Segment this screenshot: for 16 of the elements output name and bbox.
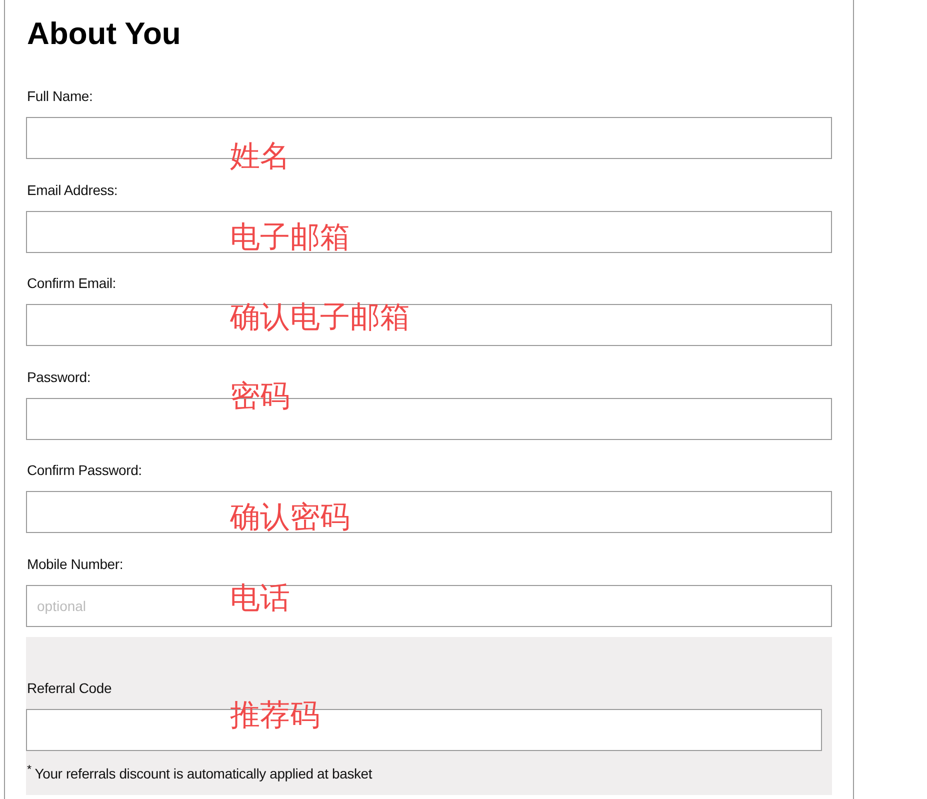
page-title: About You	[27, 16, 181, 52]
field-label: Email Address:	[27, 180, 118, 198]
field-label: Referral Code	[27, 679, 112, 697]
field-label: Password:	[27, 368, 91, 386]
field-label: Mobile Number:	[27, 554, 124, 572]
field-label: Confirm Email:	[27, 274, 116, 292]
annotation-text: 电话	[230, 582, 290, 614]
field-label: Confirm Password:	[27, 461, 142, 479]
text-field[interactable]	[26, 210, 832, 252]
annotation-text: 确认电子邮箱	[230, 302, 410, 334]
annotation-text: 确认密码	[230, 502, 350, 534]
field-label: Full Name:	[27, 87, 93, 105]
text-field[interactable]	[26, 491, 832, 533]
footnote-text: $^{*}$ Your referrals discount is automatically applied at basket	[27, 762, 372, 783]
text-field[interactable]	[26, 304, 832, 346]
annotation-text: 电子邮箱	[230, 222, 350, 254]
